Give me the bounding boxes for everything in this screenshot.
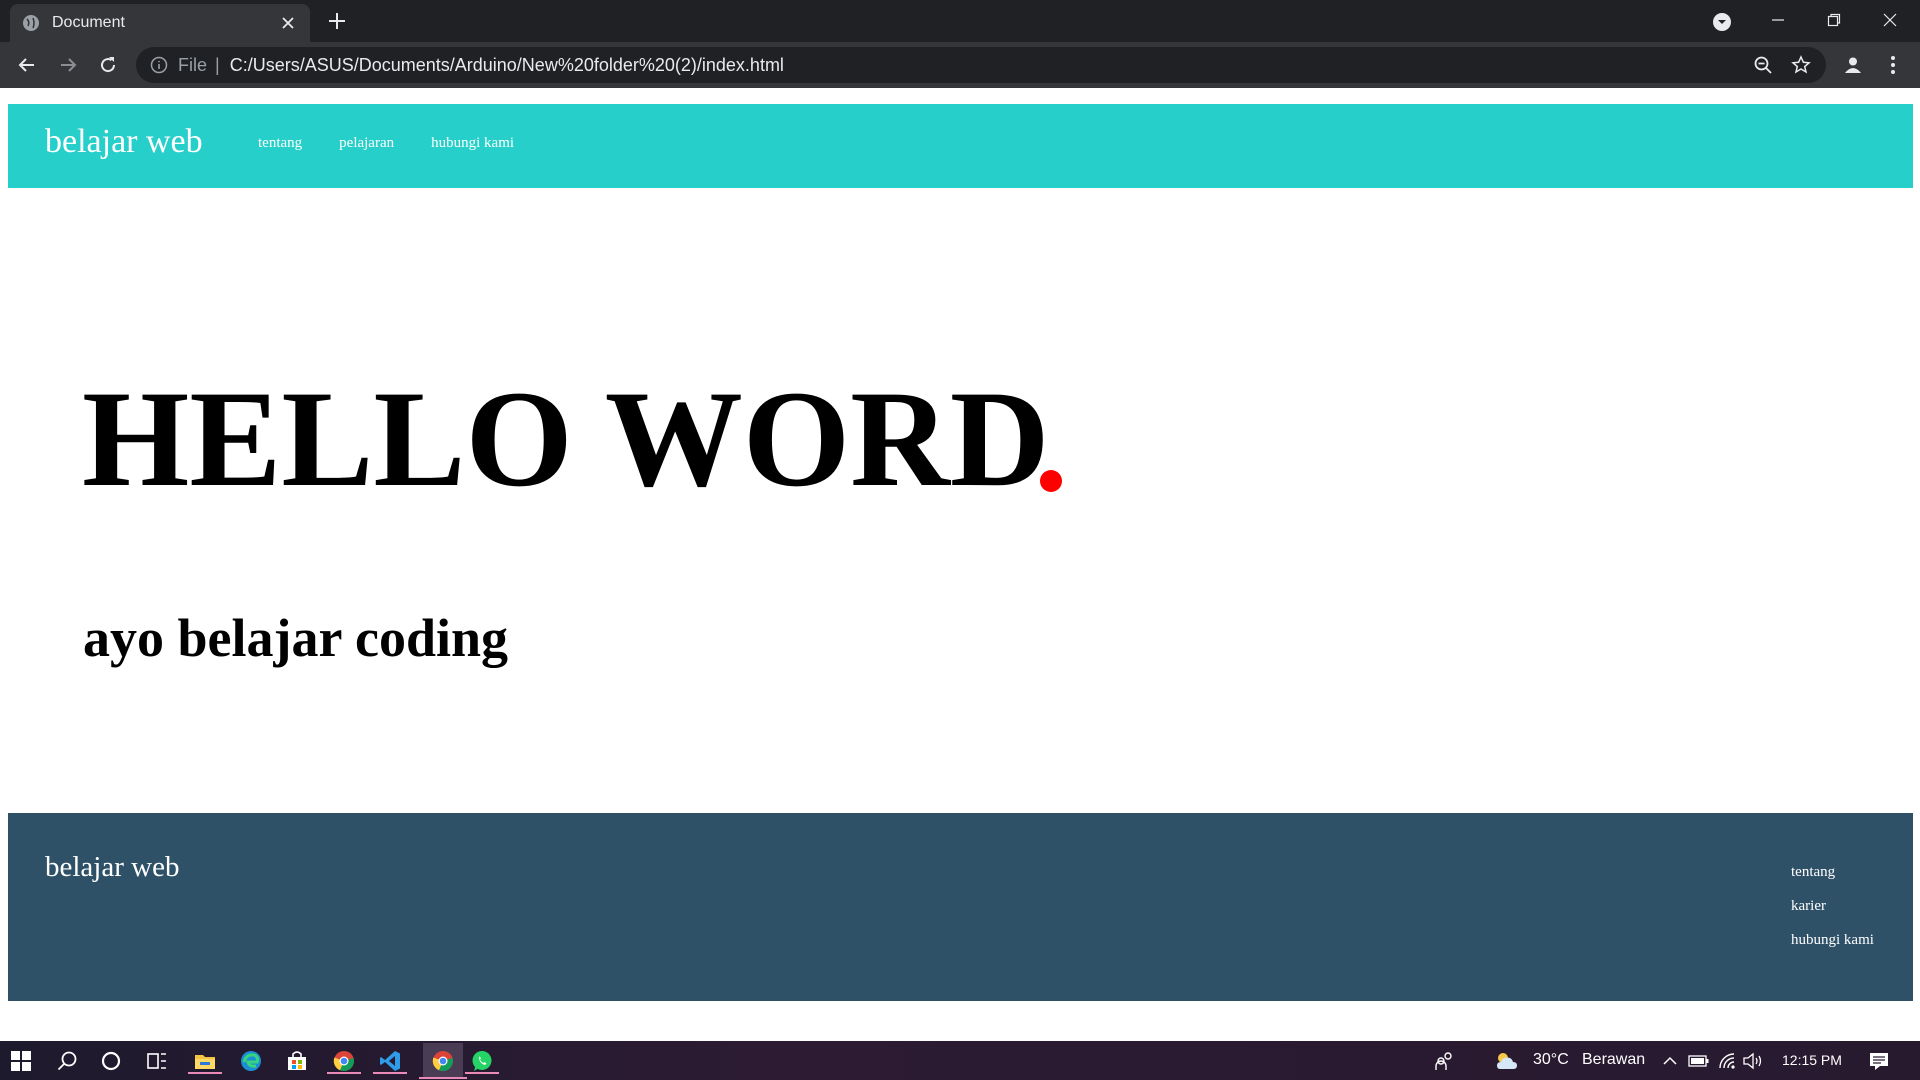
- forward-arrow-icon[interactable]: [54, 51, 82, 79]
- weather-cloud-icon[interactable]: [1494, 1048, 1520, 1074]
- tab-title: Document: [52, 14, 125, 31]
- chrome-icon[interactable]: [327, 1048, 361, 1074]
- active-indicator: [419, 1077, 467, 1079]
- hero-subtitle: ayo belajar coding: [83, 608, 509, 668]
- windows-taskbar: 30°C Berawan 12:15 PM: [0, 1041, 1920, 1080]
- page-viewport: belajar web tentang pelajaran hubungi ka…: [0, 88, 1920, 1041]
- browser-tabstrip: Document: [0, 0, 1920, 42]
- chrome-active-icon[interactable]: [419, 1043, 467, 1079]
- url-scheme-label: File: [178, 54, 208, 75]
- url-text[interactable]: C:/Users/ASUS/Documents/Arduino/New%20fo…: [230, 55, 784, 76]
- zoom-icon[interactable]: [1750, 52, 1776, 78]
- people-icon[interactable]: [1431, 1048, 1457, 1074]
- tab-search-icon[interactable]: [1710, 10, 1734, 34]
- footer-links: tentang karier hubungi kami: [1791, 864, 1874, 966]
- active-indicator: [188, 1072, 222, 1074]
- nav-link-pelajaran[interactable]: pelajaran: [339, 135, 394, 152]
- windows-start-icon[interactable]: [8, 1048, 34, 1074]
- footer-brand: belajar web: [45, 851, 180, 883]
- footer-link-karier[interactable]: karier: [1791, 898, 1874, 915]
- volume-icon[interactable]: [1740, 1048, 1766, 1074]
- info-icon[interactable]: [150, 56, 168, 74]
- back-arrow-icon[interactable]: [13, 51, 41, 79]
- profile-avatar-icon[interactable]: [1840, 52, 1866, 78]
- file-explorer-icon[interactable]: [188, 1048, 222, 1074]
- search-icon[interactable]: [54, 1048, 80, 1074]
- browser-tab[interactable]: Document: [10, 4, 310, 42]
- hero-title: HELLO WORD: [82, 362, 1050, 515]
- globe-icon: [22, 14, 40, 32]
- whatsapp-icon[interactable]: [465, 1048, 499, 1074]
- tab-close-icon[interactable]: [278, 13, 298, 33]
- site-header: belajar web tentang pelajaran hubungi ka…: [8, 104, 1913, 188]
- weather-temperature[interactable]: 30°C: [1533, 1051, 1569, 1069]
- site-brand[interactable]: belajar web: [45, 123, 203, 161]
- minimize-icon[interactable]: [1750, 0, 1806, 40]
- weather-condition[interactable]: Berawan: [1582, 1051, 1645, 1069]
- close-window-icon[interactable]: [1862, 0, 1918, 40]
- chevron-up-icon[interactable]: [1657, 1048, 1683, 1074]
- taskbar-clock[interactable]: 12:15 PM: [1782, 1052, 1842, 1068]
- footer-link-hubungi-kami[interactable]: hubungi kami: [1791, 932, 1874, 949]
- header-nav: tentang pelajaran hubungi kami: [258, 135, 551, 152]
- reload-icon[interactable]: [94, 51, 122, 79]
- active-indicator: [373, 1072, 407, 1074]
- site-footer: belajar web tentang karier hubungi kami: [8, 813, 1913, 1001]
- new-tab-plus-icon[interactable]: [326, 10, 348, 32]
- wifi-icon[interactable]: [1715, 1048, 1741, 1074]
- task-view-icon[interactable]: [144, 1048, 170, 1074]
- restore-icon[interactable]: [1806, 0, 1862, 40]
- bookmark-star-icon[interactable]: [1788, 52, 1814, 78]
- red-dot-decoration: [1040, 470, 1062, 492]
- active-indicator: [465, 1072, 499, 1074]
- browser-toolbar: File | C:/Users/ASUS/Documents/Arduino/N…: [0, 42, 1920, 88]
- cortana-icon[interactable]: [98, 1048, 124, 1074]
- notification-center-icon[interactable]: [1866, 1048, 1892, 1074]
- nav-link-hubungi-kami[interactable]: hubungi kami: [431, 135, 514, 152]
- footer-link-tentang[interactable]: tentang: [1791, 864, 1874, 881]
- active-indicator: [327, 1072, 361, 1074]
- store-icon[interactable]: [284, 1048, 310, 1074]
- vscode-icon[interactable]: [373, 1048, 407, 1074]
- nav-link-tentang[interactable]: tentang: [258, 135, 302, 152]
- battery-icon[interactable]: [1686, 1048, 1712, 1074]
- edge-icon[interactable]: [238, 1048, 264, 1074]
- address-bar[interactable]: File | C:/Users/ASUS/Documents/Arduino/N…: [136, 47, 1826, 83]
- url-separator: |: [215, 54, 220, 75]
- kebab-menu-icon[interactable]: [1880, 52, 1906, 78]
